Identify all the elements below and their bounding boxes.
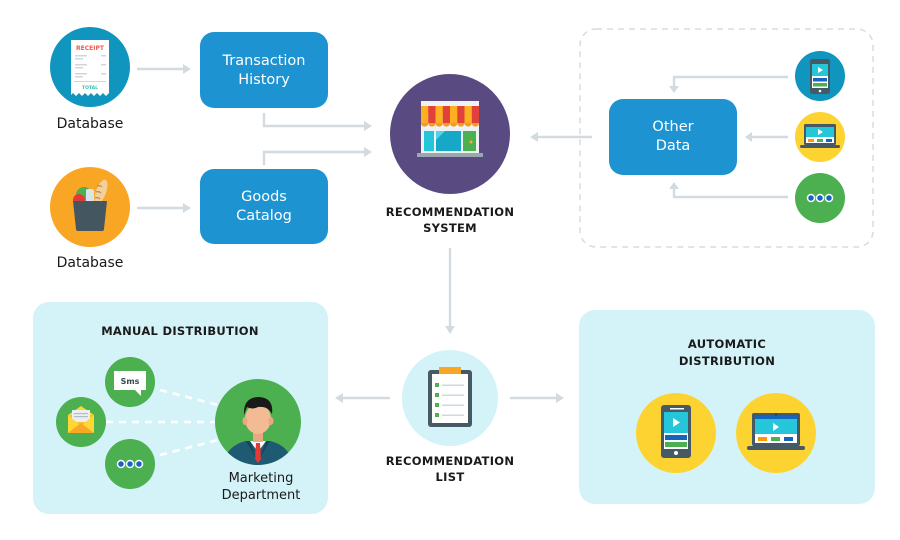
receipt-database-label: Database: [57, 116, 124, 132]
recommendation-system-diagram: RECEIPT TOTAL Database Database Transact…: [33, 27, 875, 514]
more-dots-icon: [806, 193, 834, 203]
recommendation-list-line2: LIST: [436, 470, 465, 484]
other-source-phone[interactable]: [795, 51, 845, 101]
grocery-database-node[interactable]: [50, 167, 130, 247]
transaction-history-bg: [200, 32, 328, 108]
receipt-icon: RECEIPT TOTAL: [71, 40, 109, 96]
other-data-box[interactable]: Other Data: [609, 99, 737, 175]
laptop-icon: [800, 124, 840, 148]
other-data-line1: Other: [652, 119, 693, 135]
recommendation-system-node[interactable]: [390, 74, 510, 194]
arrow-grocery-to-catalog: [137, 203, 191, 213]
arrow-transaction-to-system: [262, 113, 372, 131]
marketing-department-line2: Department: [222, 488, 301, 503]
laptop-icon: [747, 413, 805, 450]
arrow-more-to-otherdata: [669, 182, 788, 199]
other-source-more[interactable]: [795, 173, 845, 223]
marketing-department-line1: Marketing: [229, 471, 294, 486]
automatic-distribution-title-line2: DISTRIBUTION: [679, 354, 775, 368]
recommendation-list-node[interactable]: [402, 350, 498, 446]
recommendation-list-line1: RECOMMENDATION: [386, 454, 515, 468]
arrow-laptop-to-otherdata: [745, 132, 788, 142]
receipt-database-node[interactable]: RECEIPT TOTAL: [50, 27, 130, 107]
auto-device-laptop[interactable]: [736, 393, 816, 473]
recommendation-system-line2: SYSTEM: [423, 221, 477, 235]
smartphone-icon: [810, 59, 830, 94]
auto-device-phone[interactable]: [636, 393, 716, 473]
automatic-distribution-title-line1: AUTOMATIC: [688, 337, 766, 351]
arrow-list-to-manual: [335, 393, 390, 403]
arrow-otherdata-to-system: [530, 132, 592, 142]
arrow-receipt-to-transaction: [137, 64, 191, 74]
channel-sms[interactable]: Sms: [105, 357, 155, 407]
goods-catalog-bg: [200, 169, 328, 244]
other-data-line2: Data: [656, 138, 691, 154]
other-source-laptop[interactable]: [795, 112, 845, 162]
transaction-history-box[interactable]: Transaction History: [200, 32, 328, 108]
grocery-database-label: Database: [57, 255, 124, 271]
goods-catalog-box[interactable]: Goods Catalog: [200, 169, 328, 244]
arrow-system-to-list: [445, 248, 455, 334]
other-data-bg: [609, 99, 737, 175]
goods-catalog-line1: Goods: [241, 189, 287, 205]
arrow-phone-to-otherdata: [669, 75, 788, 93]
recommendation-system-line1: RECOMMENDATION: [386, 205, 515, 219]
clipboard-checklist-icon: [428, 367, 472, 427]
storefront-icon: [417, 101, 483, 157]
sms-bubble-text: Sms: [121, 377, 140, 386]
manual-distribution-title: MANUAL DISTRIBUTION: [101, 324, 259, 338]
arrow-list-to-automatic: [510, 393, 564, 403]
transaction-history-line1: Transaction: [222, 53, 306, 69]
arrow-catalog-to-system: [262, 147, 372, 165]
channel-email[interactable]: [56, 397, 106, 447]
smartphone-icon: [661, 405, 691, 458]
receipt-total: TOTAL: [82, 85, 98, 91]
receipt-title: RECEIPT: [76, 45, 105, 52]
goods-catalog-line2: Catalog: [236, 208, 292, 224]
more-dots-icon: [116, 459, 144, 469]
channel-more[interactable]: [105, 439, 155, 489]
transaction-history-line2: History: [238, 72, 290, 88]
